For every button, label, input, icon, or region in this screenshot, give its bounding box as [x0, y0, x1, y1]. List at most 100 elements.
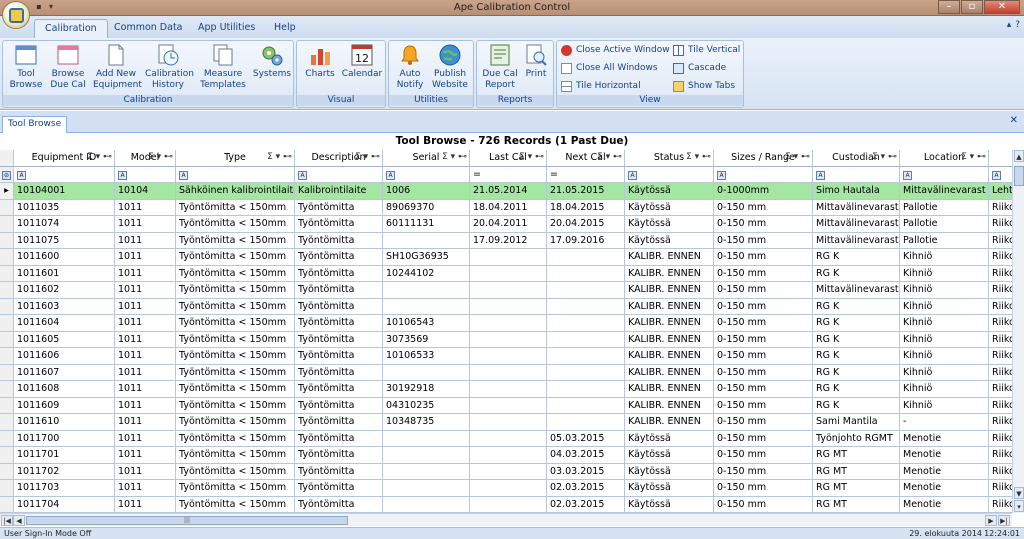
table-row[interactable]: 1011604 1011 Työntömitta < 150mm Työntömitt… — [0, 315, 1012, 332]
table-cell[interactable]: 03.03.2015 — [547, 463, 625, 480]
table-row[interactable]: 1011075 1011 Työntömitta < 150mm Työntömitt… — [0, 232, 1012, 249]
maximize-button[interactable]: ▫ — [961, 0, 983, 14]
column-summary-icon[interactable]: Σ ▾ ⊷ — [785, 150, 810, 165]
table-cell[interactable]: Työntömitta — [295, 216, 383, 233]
table-cell[interactable]: 1011 — [115, 348, 176, 365]
table-cell[interactable]: 17.09.2016 — [547, 232, 625, 249]
filter-text-icon[interactable]: A — [17, 170, 26, 180]
table-cell[interactable]: 0-150 mm — [714, 496, 813, 513]
table-cell[interactable] — [470, 364, 547, 381]
table-cell[interactable]: 0-150 mm — [714, 331, 813, 348]
table-cell[interactable]: 1011 — [115, 282, 176, 299]
table-cell[interactable]: Työnjohto RGMT — [813, 430, 900, 447]
column-header[interactable]: Sizes / Range Σ ▾ ⊷ — [714, 150, 813, 167]
table-cell[interactable]: 1011 — [115, 265, 176, 282]
table-cell[interactable]: 0-150 mm — [714, 216, 813, 233]
table-cell[interactable]: Työntömitta — [295, 315, 383, 332]
table-cell[interactable]: 17.09.2012 — [470, 232, 547, 249]
table-cell[interactable]: 04310235 — [383, 397, 470, 414]
row-selector[interactable] — [0, 348, 14, 365]
table-cell[interactable] — [470, 381, 547, 398]
filter-text-icon[interactable]: A — [717, 170, 726, 180]
row-selector[interactable] — [0, 298, 14, 315]
save-icon[interactable]: ▪ — [34, 2, 44, 12]
table-cell[interactable] — [470, 331, 547, 348]
table-cell[interactable]: 1011075 — [14, 232, 115, 249]
filter-text-icon[interactable]: A — [628, 170, 637, 180]
table-cell[interactable]: RG MT — [813, 480, 900, 497]
table-cell[interactable]: 02.03.2015 — [547, 480, 625, 497]
row-selector[interactable] — [0, 364, 14, 381]
table-cell[interactable]: KALIBR. ENNEN — [625, 397, 714, 414]
table-cell[interactable]: Riiko — [989, 265, 1012, 282]
table-cell[interactable]: Käytössä — [625, 183, 714, 200]
table-row[interactable]: 1011601 1011 Työntömitta < 150mm Työntömitt… — [0, 265, 1012, 282]
filter-cell[interactable]: A — [714, 166, 813, 183]
table-cell[interactable]: Sami Mantila — [813, 414, 900, 431]
row-selector[interactable] — [0, 216, 14, 233]
close-all-windows-button[interactable]: Close All Windows — [561, 61, 658, 75]
table-cell[interactable]: Työntömitta < 150mm — [176, 249, 295, 266]
table-cell[interactable] — [547, 265, 625, 282]
table-cell[interactable]: 21.05.2014 — [470, 183, 547, 200]
table-cell[interactable]: Riiko — [989, 430, 1012, 447]
table-row[interactable]: 1011074 1011 Työntömitta < 150mm Työntömitt… — [0, 216, 1012, 233]
table-cell[interactable] — [470, 430, 547, 447]
table-row[interactable]: 1011603 1011 Työntömitta < 150mm Työntömitt… — [0, 298, 1012, 315]
column-summary-icon[interactable]: Σ ▾ ⊷ — [597, 150, 622, 165]
table-cell[interactable]: 1011601 — [14, 265, 115, 282]
row-selector[interactable] — [0, 480, 14, 497]
table-cell[interactable] — [547, 364, 625, 381]
table-cell[interactable]: Menotie — [900, 463, 989, 480]
table-cell[interactable]: Simo Hautala — [813, 183, 900, 200]
table-cell[interactable]: Työntömitta — [295, 265, 383, 282]
filter-operator[interactable]: = — [550, 169, 558, 180]
column-summary-icon[interactable]: Σ ▾ ⊷ — [519, 150, 544, 165]
table-cell[interactable]: Sähköinen kalibrointilaite — [176, 183, 295, 200]
table-cell[interactable] — [383, 282, 470, 299]
table-cell[interactable]: 1011 — [115, 216, 176, 233]
table-cell[interactable]: 1011 — [115, 232, 176, 249]
table-cell[interactable]: Työntömitta < 150mm — [176, 298, 295, 315]
row-selector[interactable] — [0, 232, 14, 249]
table-cell[interactable]: 0-150 mm — [714, 414, 813, 431]
table-cell[interactable]: 0-150 mm — [714, 364, 813, 381]
table-cell[interactable]: KALIBR. ENNEN — [625, 381, 714, 398]
table-cell[interactable]: Pallotie — [900, 216, 989, 233]
calibration-history-button[interactable]: Calibration History — [145, 43, 194, 91]
scroll-down-icon[interactable]: ▼ — [1014, 487, 1024, 499]
column-header[interactable]: Custodian Σ ▾ ⊷ — [813, 150, 900, 167]
table-cell[interactable]: 1011704 — [14, 496, 115, 513]
auto-notify-button[interactable]: Auto Notify — [389, 43, 431, 91]
table-cell[interactable]: Käytössä — [625, 216, 714, 233]
table-cell[interactable]: 0-150 mm — [714, 232, 813, 249]
table-cell[interactable]: Kihniö — [900, 381, 989, 398]
table-cell[interactable]: Riiko — [989, 447, 1012, 464]
table-cell[interactable]: KALIBR. ENNEN — [625, 249, 714, 266]
column-summary-icon[interactable]: Σ ▾ ⊷ — [87, 150, 112, 165]
table-cell[interactable] — [383, 298, 470, 315]
table-cell[interactable] — [547, 249, 625, 266]
table-cell[interactable] — [470, 397, 547, 414]
table-cell[interactable]: KALIBR. ENNEN — [625, 364, 714, 381]
filter-cell[interactable]: A — [989, 166, 1012, 183]
table-cell[interactable]: 1011 — [115, 298, 176, 315]
table-cell[interactable]: 10106533 — [383, 348, 470, 365]
table-cell[interactable] — [383, 364, 470, 381]
table-cell[interactable]: Riiko — [989, 315, 1012, 332]
table-cell[interactable]: 0-150 mm — [714, 199, 813, 216]
table-row[interactable]: 1011608 1011 Työntömitta < 150mm Työntömitt… — [0, 381, 1012, 398]
table-cell[interactable]: RG K — [813, 298, 900, 315]
table-cell[interactable]: Kihniö — [900, 397, 989, 414]
filter-cell[interactable]: = — [470, 166, 547, 183]
table-cell[interactable]: Riiko — [989, 348, 1012, 365]
table-cell[interactable]: Työntömitta — [295, 496, 383, 513]
row-selector[interactable] — [0, 447, 14, 464]
table-row[interactable]: 1011610 1011 Työntömitta < 150mm Työntömitt… — [0, 414, 1012, 431]
vertical-scroll-thumb[interactable] — [1014, 166, 1024, 186]
table-cell[interactable]: Työntömitta — [295, 430, 383, 447]
table-cell[interactable]: 20.04.2011 — [470, 216, 547, 233]
table-cell[interactable]: RG K — [813, 381, 900, 398]
table-cell[interactable]: RG MT — [813, 447, 900, 464]
table-cell[interactable]: 0-150 mm — [714, 397, 813, 414]
